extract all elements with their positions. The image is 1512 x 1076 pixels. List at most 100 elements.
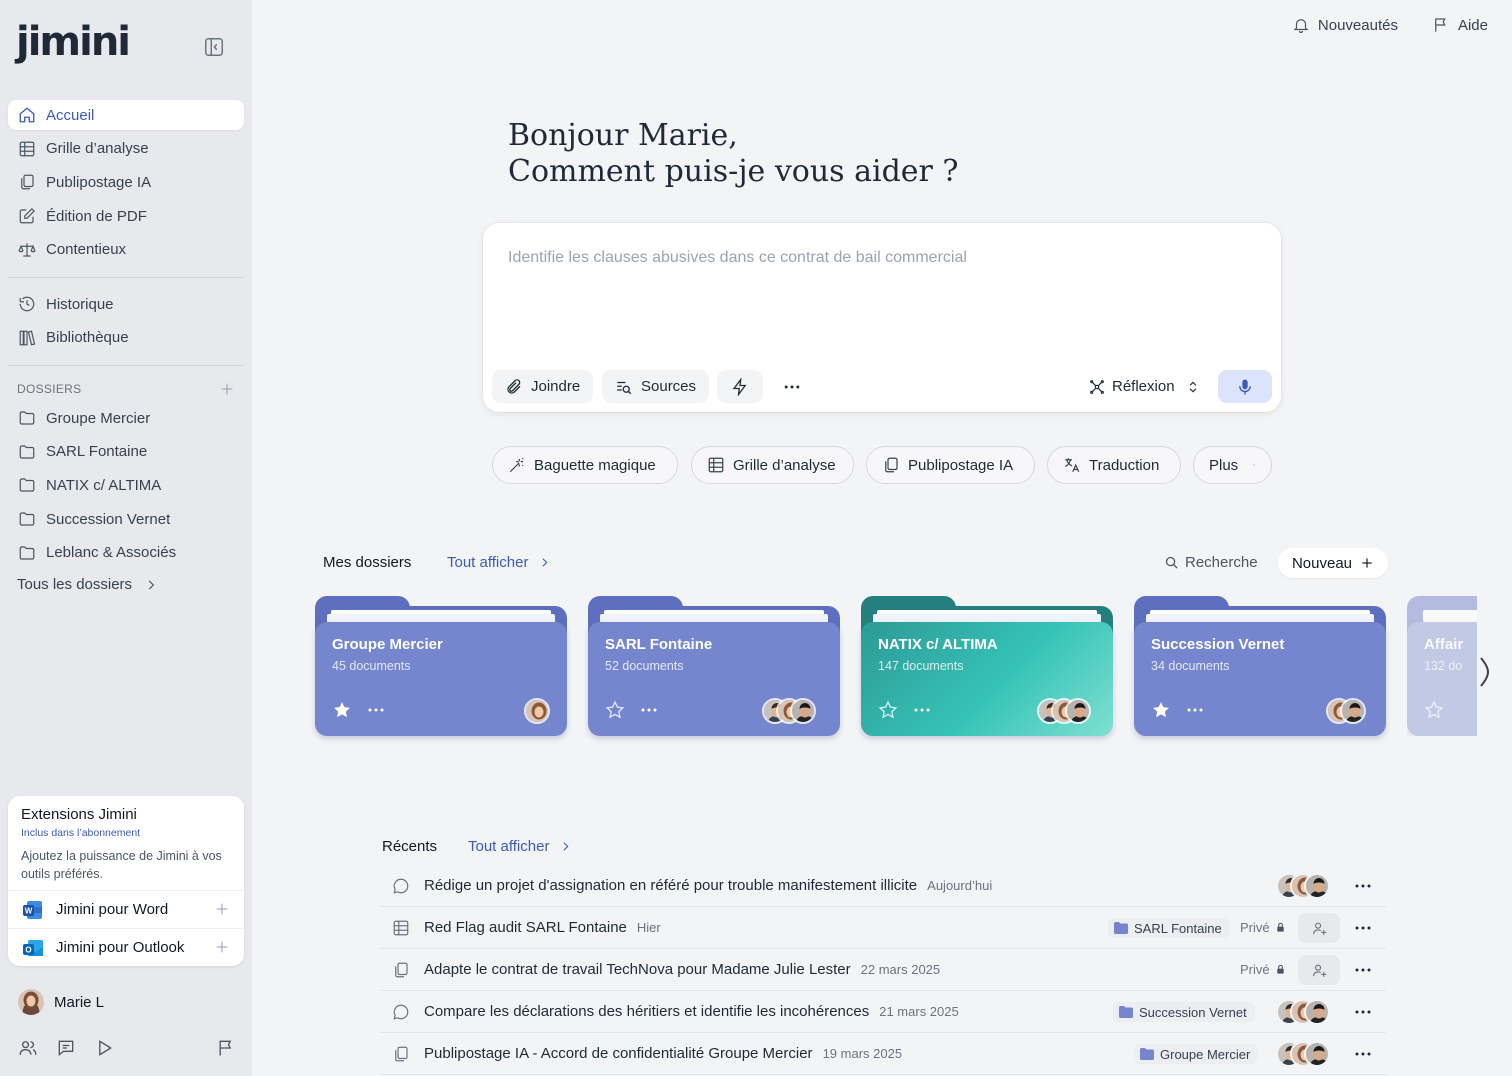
- extension-word[interactable]: W Jimini pour Word: [8, 890, 244, 928]
- folder-tag[interactable]: Succession Vernet: [1113, 1002, 1255, 1022]
- sidebar-item-label: Groupe Mercier: [46, 409, 151, 427]
- dossiers-search[interactable]: Recherche: [1164, 554, 1258, 571]
- folder-more-icon[interactable]: [640, 700, 658, 720]
- recent-row[interactable]: Adapte le contrat de travail TechNova po…: [380, 949, 1386, 991]
- dossiers-see-all[interactable]: Tout afficher: [447, 554, 551, 571]
- add-dossier-icon[interactable]: [219, 381, 235, 397]
- all-dossiers-label: Tous les dossiers: [17, 576, 133, 593]
- sidebar-item-historique[interactable]: Historique: [8, 289, 244, 319]
- new-dossier-button[interactable]: Nouveau: [1278, 548, 1388, 578]
- extensions-description: Ajoutez la puissance de Jimini à vos out…: [21, 849, 222, 881]
- folder-name: Affair: [1424, 636, 1464, 653]
- magic-wand-icon: [509, 457, 524, 473]
- folder-tag[interactable]: SARL Fontaine: [1108, 918, 1230, 938]
- sidebar-item-accueil[interactable]: Accueil: [8, 100, 244, 130]
- chip-baguette-magique[interactable]: Baguette magique: [492, 446, 678, 484]
- all-dossiers-link[interactable]: Tous les dossiers: [17, 576, 158, 593]
- sidebar-item-label: NATIX c/ ALTIMA: [46, 476, 162, 494]
- share-button[interactable]: [1298, 955, 1340, 985]
- feedback-icon[interactable]: [56, 1038, 76, 1058]
- sidebar-item-edition-pdf[interactable]: Édition de PDF: [8, 201, 244, 231]
- folder-more-icon[interactable]: [367, 700, 385, 720]
- play-icon[interactable]: [94, 1038, 114, 1058]
- flag-icon[interactable]: [216, 1038, 236, 1058]
- more-options-icon[interactable]: [782, 377, 802, 397]
- users-icon[interactable]: [18, 1038, 38, 1058]
- recent-row[interactable]: Publipostage IA - Accord de confidential…: [380, 1033, 1386, 1075]
- sidebar-dossier-item[interactable]: Groupe Mercier: [8, 403, 244, 433]
- chip-grille-analyse[interactable]: Grille d’analyse: [691, 446, 854, 484]
- sidebar-item-bibliotheque[interactable]: Bibliothèque: [8, 323, 244, 353]
- row-more-icon[interactable]: [1354, 1003, 1372, 1021]
- user-profile[interactable]: Marie L: [18, 989, 104, 1015]
- folder-count: 132 do: [1424, 659, 1463, 673]
- recent-date: 22 mars 2025: [860, 962, 941, 977]
- app-logo[interactable]: jimini: [16, 22, 131, 62]
- sidebar-dossier-item[interactable]: Succession Vernet: [8, 504, 244, 534]
- sidebar-dossier-item[interactable]: NATIX c/ ALTIMA: [8, 470, 244, 500]
- recent-row[interactable]: Rédige un projet d'assignation en référé…: [380, 865, 1386, 907]
- chevron-right-icon: [1253, 463, 1255, 467]
- copy-icon: [885, 457, 898, 473]
- sidebar-dossier-item[interactable]: Leblanc & Associés: [8, 538, 244, 568]
- recent-title: Red Flag audit SARL Fontaine: [424, 919, 627, 936]
- chip-publipostage[interactable]: Publipostage IA: [866, 446, 1035, 484]
- copy-icon: [18, 173, 36, 191]
- star-outline-icon: [1424, 700, 1444, 720]
- row-more-icon[interactable]: [1354, 1045, 1372, 1063]
- star-filled-icon[interactable]: [332, 700, 352, 720]
- mode-selector[interactable]: Réflexion: [1089, 378, 1200, 395]
- star-filled-icon[interactable]: [1151, 700, 1171, 720]
- add-extension-icon[interactable]: [214, 901, 230, 917]
- folder-count: 45 documents: [332, 659, 411, 673]
- folder-more-icon[interactable]: [1186, 700, 1204, 720]
- folder-more-icon[interactable]: [913, 700, 931, 720]
- row-more-icon[interactable]: [1354, 919, 1372, 937]
- star-outline-icon[interactable]: [605, 700, 625, 720]
- privacy-label: Privé: [1240, 962, 1286, 977]
- scroll-right-icon[interactable]: [1478, 654, 1492, 690]
- folder-card-partial[interactable]: Affair 132 do: [1407, 596, 1477, 736]
- sidebar-item-grille[interactable]: Grille d’analyse: [8, 134, 244, 164]
- chat-icon: [392, 1003, 410, 1021]
- lightning-button[interactable]: [717, 370, 763, 403]
- microphone-button[interactable]: [1218, 370, 1272, 403]
- avatar: [1340, 698, 1366, 724]
- folder-tag[interactable]: Groupe Mercier: [1134, 1044, 1259, 1064]
- star-outline-icon[interactable]: [878, 700, 898, 720]
- row-more-icon[interactable]: [1354, 961, 1372, 979]
- folder-card[interactable]: NATIX c/ ALTIMA 147 documents: [861, 596, 1113, 736]
- home-icon: [18, 106, 36, 124]
- share-button[interactable]: [1298, 913, 1340, 943]
- chip-label: Baguette magique: [534, 456, 656, 474]
- chip-traduction[interactable]: Traduction: [1047, 446, 1181, 484]
- sidebar-dossier-item[interactable]: SARL Fontaine: [8, 437, 244, 467]
- folder-card[interactable]: Groupe Mercier 45 documents: [315, 596, 567, 736]
- row-more-icon[interactable]: [1354, 877, 1372, 895]
- extension-outlook[interactable]: O Jimini pour Outlook: [8, 928, 244, 966]
- chip-plus[interactable]: Plus: [1193, 446, 1272, 484]
- sidebar-item-contentieux[interactable]: Contentieux: [8, 235, 244, 265]
- chevron-right-icon: [542, 558, 548, 567]
- recent-row[interactable]: Red Flag audit SARL Fontaine Hier SARL Fo…: [380, 907, 1386, 949]
- folder-icon: [1140, 1048, 1154, 1060]
- collapse-sidebar-icon[interactable]: [203, 36, 225, 58]
- copy-icon: [392, 1045, 410, 1063]
- sidebar-item-label: Grille d’analyse: [46, 140, 149, 158]
- sidebar-item-label: Leblanc & Associés: [46, 544, 177, 562]
- sidebar-item-label: Contentieux: [46, 241, 127, 259]
- recent-row[interactable]: Compare les déclarations des héritiers e…: [380, 991, 1386, 1033]
- help-button[interactable]: Aide: [1432, 16, 1488, 34]
- privacy-label: Privé: [1240, 920, 1286, 935]
- folder-paper: [1423, 610, 1477, 622]
- prompt-input[interactable]: Identifie les clauses abusives dans ce c…: [508, 249, 967, 267]
- folder-card[interactable]: SARL Fontaine 52 documents: [588, 596, 840, 736]
- attach-button[interactable]: Joindre: [492, 370, 594, 403]
- folder-card[interactable]: Succession Vernet 34 documents: [1134, 596, 1386, 736]
- sidebar-item-publipostage[interactable]: Publipostage IA: [8, 167, 244, 197]
- recents-see-all[interactable]: Tout afficher: [468, 838, 572, 855]
- add-user-icon: [1312, 922, 1326, 935]
- news-button[interactable]: Nouveautés: [1292, 16, 1398, 34]
- add-extension-icon[interactable]: [214, 939, 230, 955]
- sources-button[interactable]: Sources: [602, 370, 710, 403]
